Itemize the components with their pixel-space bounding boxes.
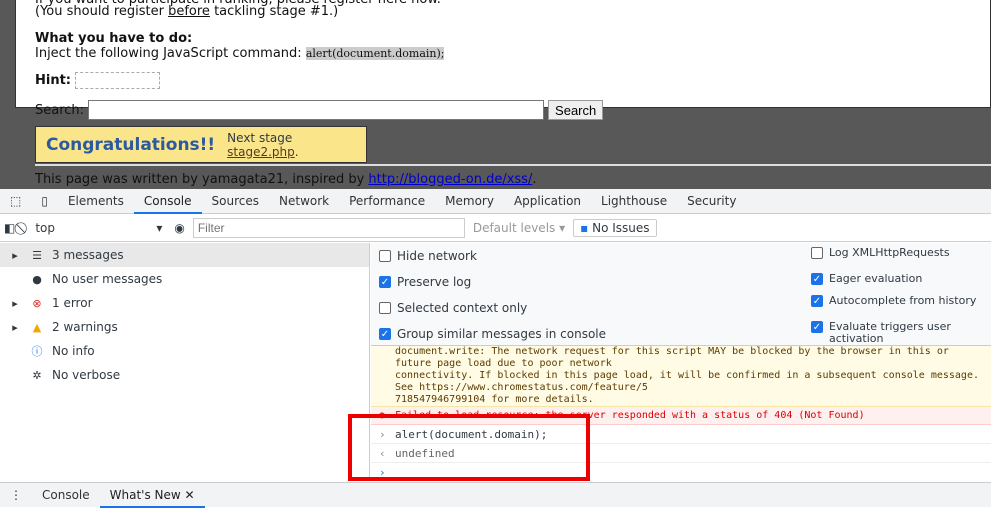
hint-box[interactable] [75, 72, 161, 89]
drawer-tabbar: ⋮ Console What's New ✕ [0, 482, 991, 508]
tab-sources[interactable]: Sources [202, 189, 269, 214]
divider [35, 164, 991, 166]
next-stage: Next stage stage2.php. [227, 130, 299, 159]
warning-icon: ▲ [32, 320, 42, 334]
eye-icon[interactable]: ◉ [174, 221, 184, 235]
tab-elements[interactable]: Elements [58, 189, 134, 214]
hint: Hint: [35, 72, 161, 89]
sidebar-item-messages[interactable]: ▸ ☰ 3 messages [0, 243, 369, 267]
register-note: (You should register before tackling sta… [35, 4, 339, 19]
selected-context-checkbox[interactable]: Selected context only [379, 301, 527, 315]
info-icon: ⓘ [31, 345, 43, 358]
tab-security[interactable]: Security [677, 189, 746, 214]
highlight-annotation [348, 414, 590, 481]
congrats-text: Congratulations!! [46, 134, 216, 155]
inspect-icon[interactable]: ⬚ [0, 189, 31, 214]
console-settings: Hide network ✓ Preserve log Selected cont… [371, 243, 991, 346]
console-sidebar: ▸ ☰ 3 messages ● No user messages ▸ ⊗ 1 error… [0, 243, 370, 481]
list-icon: ☰ [32, 248, 42, 262]
drawer-menu-icon[interactable]: ⋮ [0, 483, 32, 508]
filter-input[interactable] [192, 218, 465, 238]
tab-application[interactable]: Application [504, 189, 591, 214]
preserve-log-checkbox[interactable]: ✓ Preserve log [379, 275, 471, 289]
device-toggle-icon[interactable]: ▯ [31, 189, 58, 214]
tab-console[interactable]: Console [133, 189, 202, 214]
autocomplete-checkbox[interactable]: ✓ Autocomplete from history [811, 295, 983, 307]
close-icon[interactable]: ✕ [185, 488, 195, 502]
before-link[interactable]: before [168, 4, 210, 19]
context-select[interactable]: top ▾ [31, 221, 166, 235]
search-form: Search: Search [35, 100, 604, 120]
user-icon: ● [32, 272, 42, 286]
eager-eval-checkbox[interactable]: ✓ Eager evaluation [811, 273, 983, 285]
web-page: If you want to participate in ranking, p… [0, 0, 991, 189]
console-toolbar: ◧ ⃠ top▾ ◉ Default levels ▾ ▪ No Issues [0, 215, 991, 242]
evaluate-triggers-checkbox[interactable]: ✓ Evaluate triggers user activation [811, 321, 983, 345]
error-icon: ⊗ [32, 296, 42, 310]
sidebar-item-user-messages[interactable]: ● No user messages [0, 267, 369, 291]
group-similar-checkbox[interactable]: ✓ Group similar messages in console [379, 327, 606, 341]
search-label: Search: [35, 102, 85, 118]
log-xhr-checkbox[interactable]: Log XMLHttpRequests [811, 247, 983, 259]
todo-heading: What you have to do: [35, 31, 193, 46]
bug-icon: ✲ [32, 368, 42, 382]
sidebar-item-info[interactable]: ⓘ No info [0, 339, 369, 363]
sidebar-item-warnings[interactable]: ▸ ▲ 2 warnings [0, 315, 369, 339]
tab-lighthouse[interactable]: Lighthouse [591, 189, 677, 214]
sidebar-toggle-icon[interactable]: ◧ [4, 221, 15, 235]
search-button[interactable]: Search [548, 100, 604, 120]
issues-button[interactable]: ▪ No Issues [573, 219, 657, 237]
sidebar-item-errors[interactable]: ▸ ⊗ 1 error [0, 291, 369, 315]
footer: This page was written by yamagata21, ins… [35, 172, 537, 187]
hide-network-checkbox[interactable]: Hide network [379, 249, 477, 263]
tab-memory[interactable]: Memory [435, 189, 504, 214]
devtools-tabbar: ⬚ ▯ Elements Console Sources Network Per… [0, 189, 991, 214]
blogged-on-link[interactable]: http://blogged-on.de/xss/ [368, 172, 532, 187]
congrats-banner: Congratulations!! Next stage stage2.php. [35, 126, 367, 163]
tab-performance[interactable]: Performance [339, 189, 435, 214]
stage2-link[interactable]: stage2.php [227, 145, 295, 159]
drawer-tab-whats-new[interactable]: What's New ✕ [99, 483, 205, 508]
levels-dropdown[interactable]: Default levels ▾ [473, 221, 565, 235]
search-input[interactable] [88, 100, 545, 120]
sidebar-item-verbose[interactable]: ✲ No verbose [0, 363, 369, 387]
issues-icon: ▪ [580, 221, 589, 235]
warning-message: document.write: The network request for … [371, 346, 991, 407]
todo-text: Inject the following JavaScript command:… [35, 46, 445, 61]
tab-network[interactable]: Network [269, 189, 339, 214]
drawer-tab-console[interactable]: Console [32, 483, 100, 508]
